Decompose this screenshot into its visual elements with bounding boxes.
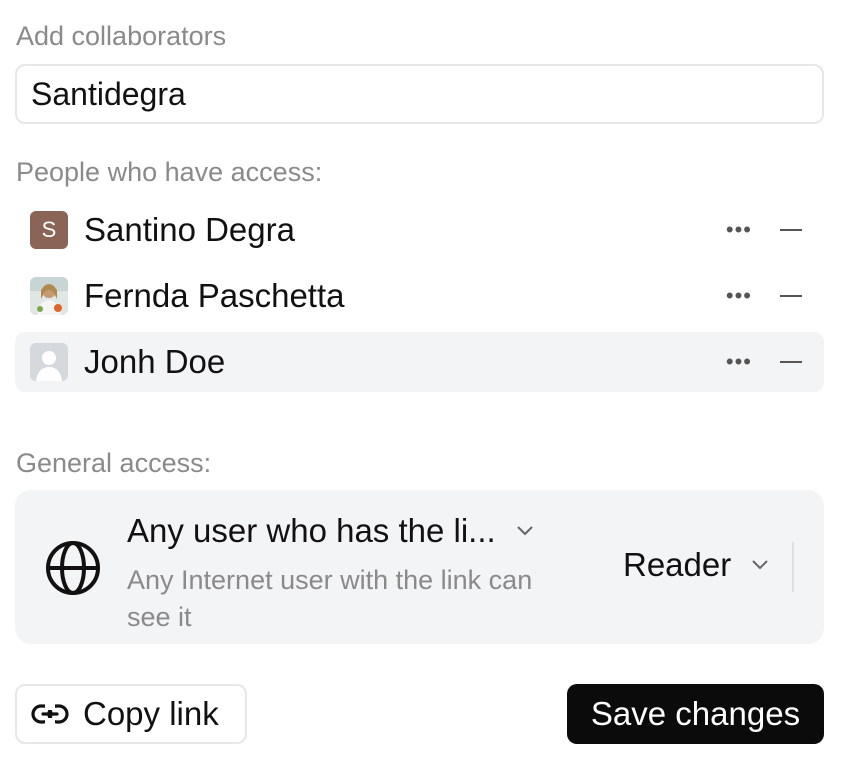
minus-icon [780, 295, 802, 297]
link-icon [31, 704, 69, 724]
chevron-down-icon [516, 526, 533, 536]
minus-icon [780, 229, 802, 231]
person-name: Fernda Paschetta [84, 277, 345, 314]
avatar [30, 277, 68, 315]
save-changes-label: Save changes [590, 695, 801, 732]
divider [792, 542, 794, 592]
access-scope-description: Any Internet user with the link can see … [127, 565, 533, 632]
person-name: Santino Degra [84, 211, 295, 248]
people-access-label: People who have access: [16, 157, 323, 187]
access-scope-dropdown[interactable]: Any user who has the li... [127, 512, 534, 550]
save-changes-button[interactable]: Save changes [567, 684, 824, 744]
globe-icon [46, 541, 100, 595]
user-placeholder-icon [30, 343, 68, 381]
remove-person-button[interactable] [780, 281, 802, 311]
add-collaborators-label: Add collaborators [16, 21, 227, 51]
more-options-button[interactable]: ••• [726, 285, 752, 307]
row-actions: ••• [726, 200, 802, 260]
role-dropdown[interactable]: Reader [623, 546, 769, 584]
add-collaborators-input[interactable] [15, 64, 824, 124]
access-scope-title: Any user who has the li... [127, 512, 496, 549]
more-options-button[interactable]: ••• [726, 351, 752, 373]
person-row: S Santino Degra ••• [15, 200, 824, 260]
general-access-label: General access: [16, 448, 212, 478]
remove-person-button[interactable] [780, 347, 802, 377]
avatar [30, 343, 68, 381]
remove-person-button[interactable] [780, 215, 802, 245]
general-access-card: Any user who has the li... Any Internet … [15, 490, 824, 644]
person-photo-icon [30, 277, 68, 315]
more-options-button[interactable]: ••• [726, 219, 752, 241]
person-name: Jonh Doe [84, 343, 226, 380]
avatar: S [30, 211, 68, 249]
person-row: Fernda Paschetta ••• [15, 266, 824, 326]
avatar-initial: S [41, 217, 57, 242]
person-row: Jonh Doe ••• [15, 332, 824, 392]
role-label: Reader [623, 546, 732, 583]
copy-link-button[interactable]: Copy link [15, 684, 247, 744]
row-actions: ••• [726, 266, 802, 326]
row-actions: ••• [726, 332, 802, 392]
copy-link-label: Copy link [83, 695, 219, 732]
minus-icon [780, 361, 802, 363]
chevron-down-icon [752, 560, 768, 570]
